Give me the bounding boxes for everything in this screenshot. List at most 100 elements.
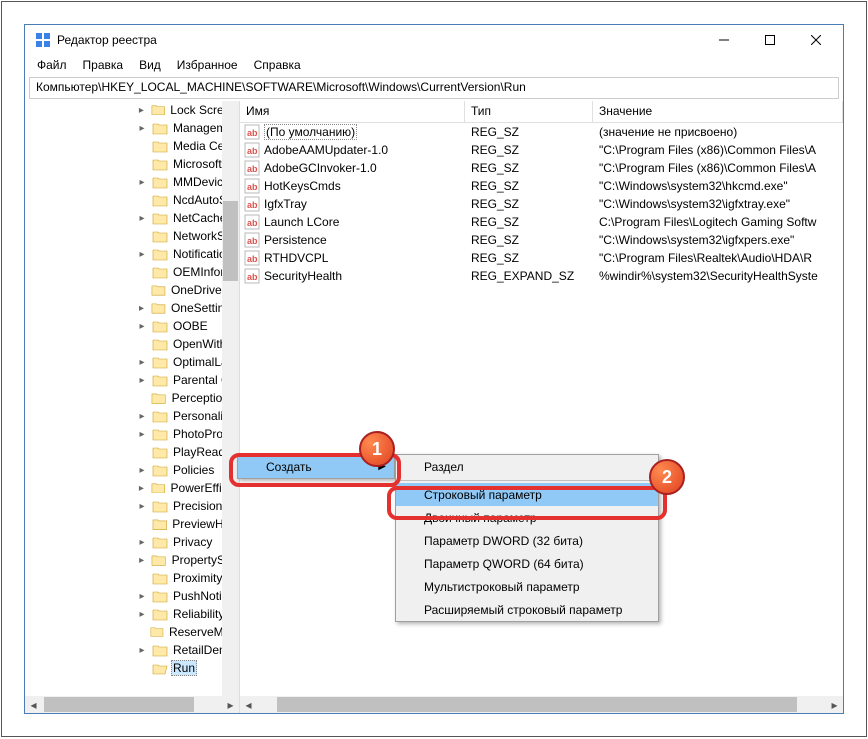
tree-expander-icon[interactable]	[135, 571, 149, 585]
registry-value-row[interactable]: abSecurityHealthREG_EXPAND_SZ%windir%\sy…	[240, 267, 843, 285]
tree-expander-icon[interactable]: ▸	[135, 121, 149, 135]
tree-expander-icon[interactable]	[135, 391, 148, 405]
tree-node[interactable]: ▸Personaliza	[25, 407, 239, 425]
column-header-type[interactable]: Тип	[465, 101, 593, 122]
tree-node[interactable]: ▸OOBE	[25, 317, 239, 335]
tree-expander-icon[interactable]	[135, 661, 149, 675]
tree-scrollbar-horizontal[interactable]: ◂▸	[25, 696, 239, 713]
tree-node[interactable]: PreviewHan	[25, 515, 239, 533]
folder-icon	[152, 662, 168, 675]
tree-node[interactable]: ReserveMan	[25, 623, 239, 641]
folder-icon	[152, 194, 168, 207]
minimize-button[interactable]	[701, 25, 747, 55]
tree-expander-icon[interactable]: ▸	[135, 373, 149, 387]
tree-expander-icon[interactable]: ▸	[135, 355, 149, 369]
tree-node[interactable]: ▸Notification	[25, 245, 239, 263]
tree-expander-icon[interactable]: ▸	[135, 103, 148, 117]
tree-expander-icon[interactable]: ▸	[135, 607, 149, 621]
tree-expander-icon[interactable]: ▸	[135, 175, 149, 189]
registry-value-row[interactable]: abAdobeAAMUpdater-1.0REG_SZ"C:\Program F…	[240, 141, 843, 159]
submenu-item-multistring[interactable]: Мультистроковый параметр	[396, 575, 658, 598]
tree-node[interactable]: ▸MMDevices	[25, 173, 239, 191]
tree-expander-icon[interactable]	[135, 337, 149, 351]
maximize-button[interactable]	[747, 25, 793, 55]
tree-expander-icon[interactable]: ▸	[135, 535, 149, 549]
tree-node[interactable]: ▸Lock Screen	[25, 101, 239, 119]
submenu-item-string[interactable]: Строковый параметр	[396, 483, 658, 506]
tree-expander-icon[interactable]	[135, 445, 149, 459]
tree-expander-icon[interactable]: ▸	[135, 301, 148, 315]
submenu-item-binary[interactable]: Двоичный параметр	[396, 506, 658, 529]
tree-node[interactable]: NetworkSer	[25, 227, 239, 245]
tree-expander-icon[interactable]	[135, 229, 149, 243]
tree-expander-icon[interactable]: ▸	[135, 463, 149, 477]
tree-node[interactable]: Run	[25, 659, 239, 677]
tree-node[interactable]: ▸Policies	[25, 461, 239, 479]
registry-value-row[interactable]: abPersistenceREG_SZ"C:\Windows\system32\…	[240, 231, 843, 249]
tree-node[interactable]: ▸PhotoPropr	[25, 425, 239, 443]
value-data: "C:\Program Files (x86)\Common Files\A	[593, 143, 843, 157]
value-name: RTHDVCPL	[264, 251, 328, 265]
close-button[interactable]	[793, 25, 839, 55]
tree-expander-icon[interactable]	[135, 283, 148, 297]
tree-expander-icon[interactable]: ▸	[135, 499, 149, 513]
tree-node[interactable]: OpenWith	[25, 335, 239, 353]
tree-expander-icon[interactable]	[135, 265, 149, 279]
tree-node[interactable]: MicrosoftEd	[25, 155, 239, 173]
tree-node[interactable]: ▸PushNotific	[25, 587, 239, 605]
tree-node[interactable]: OneDriveRa	[25, 281, 239, 299]
tree-expander-icon[interactable]: ▸	[135, 553, 148, 567]
tree-node[interactable]: ▸Reliability	[25, 605, 239, 623]
tree-node[interactable]: ▸OneSettings	[25, 299, 239, 317]
tree-expander-icon[interactable]: ▸	[135, 481, 148, 495]
tree-expander-icon[interactable]	[135, 193, 149, 207]
registry-value-row[interactable]: abAdobeGCInvoker-1.0REG_SZ"C:\Program Fi…	[240, 159, 843, 177]
tree-node[interactable]: ▸NetCache	[25, 209, 239, 227]
tree-node[interactable]: PlayReady	[25, 443, 239, 461]
tree-expander-icon[interactable]	[135, 625, 147, 639]
tree-expander-icon[interactable]: ▸	[135, 643, 149, 657]
tree-expander-icon[interactable]	[135, 139, 149, 153]
menu-file[interactable]: Файл	[29, 56, 75, 74]
tree-expander-icon[interactable]: ▸	[135, 427, 149, 441]
submenu-item-expandstring[interactable]: Расширяемый строковый параметр	[396, 598, 658, 621]
menu-view[interactable]: Вид	[131, 56, 169, 74]
menu-favorites[interactable]: Избранное	[169, 56, 246, 74]
tree-node[interactable]: ▸OptimalLay	[25, 353, 239, 371]
column-header-value[interactable]: Значение	[593, 101, 843, 122]
tree-node[interactable]: NcdAutoSe	[25, 191, 239, 209]
value-type: REG_SZ	[465, 179, 593, 193]
tree-node[interactable]: ▸PowerEfficie	[25, 479, 239, 497]
tree-expander-icon[interactable]: ▸	[135, 319, 149, 333]
list-scrollbar-horizontal[interactable]: ◂▸	[240, 696, 843, 713]
tree-expander-icon[interactable]	[135, 157, 149, 171]
registry-value-row[interactable]: ab(По умолчанию)REG_SZ(значение не присв…	[240, 123, 843, 141]
tree-node[interactable]: ▸Parental Co	[25, 371, 239, 389]
tree-node[interactable]: ▸RetailDemo	[25, 641, 239, 659]
column-header-name[interactable]: Имя	[240, 101, 465, 122]
tree-expander-icon[interactable]: ▸	[135, 409, 149, 423]
tree-node[interactable]: PerceptionS	[25, 389, 239, 407]
submenu-item-key[interactable]: Раздел	[396, 455, 658, 478]
submenu-item-qword[interactable]: Параметр QWORD (64 бита)	[396, 552, 658, 575]
tree-expander-icon[interactable]: ▸	[135, 247, 149, 261]
tree-node[interactable]: OEMInform	[25, 263, 239, 281]
menu-edit[interactable]: Правка	[75, 56, 132, 74]
tree-node[interactable]: Proximity	[25, 569, 239, 587]
tree-expander-icon[interactable]	[135, 517, 149, 531]
registry-value-row[interactable]: abHotKeysCmdsREG_SZ"C:\Windows\system32\…	[240, 177, 843, 195]
menu-help[interactable]: Справка	[246, 56, 309, 74]
tree-node[interactable]: Media Cent	[25, 137, 239, 155]
registry-value-row[interactable]: abLaunch LCoreREG_SZC:\Program Files\Log…	[240, 213, 843, 231]
tree-expander-icon[interactable]: ▸	[135, 211, 149, 225]
tree-node[interactable]: ▸PrecisionTo	[25, 497, 239, 515]
registry-value-row[interactable]: abIgfxTrayREG_SZ"C:\Windows\system32\igf…	[240, 195, 843, 213]
tree-node[interactable]: ▸PropertySys	[25, 551, 239, 569]
tree-node[interactable]: ▸Manageme	[25, 119, 239, 137]
address-bar[interactable]: Компьютер\HKEY_LOCAL_MACHINE\SOFTWARE\Mi…	[29, 77, 839, 99]
registry-value-row[interactable]: abRTHDVCPLREG_SZ"C:\Program Files\Realte…	[240, 249, 843, 267]
tree-scrollbar-vertical[interactable]	[222, 101, 239, 696]
tree-node[interactable]: ▸Privacy	[25, 533, 239, 551]
submenu-item-dword[interactable]: Параметр DWORD (32 бита)	[396, 529, 658, 552]
tree-expander-icon[interactable]: ▸	[135, 589, 149, 603]
